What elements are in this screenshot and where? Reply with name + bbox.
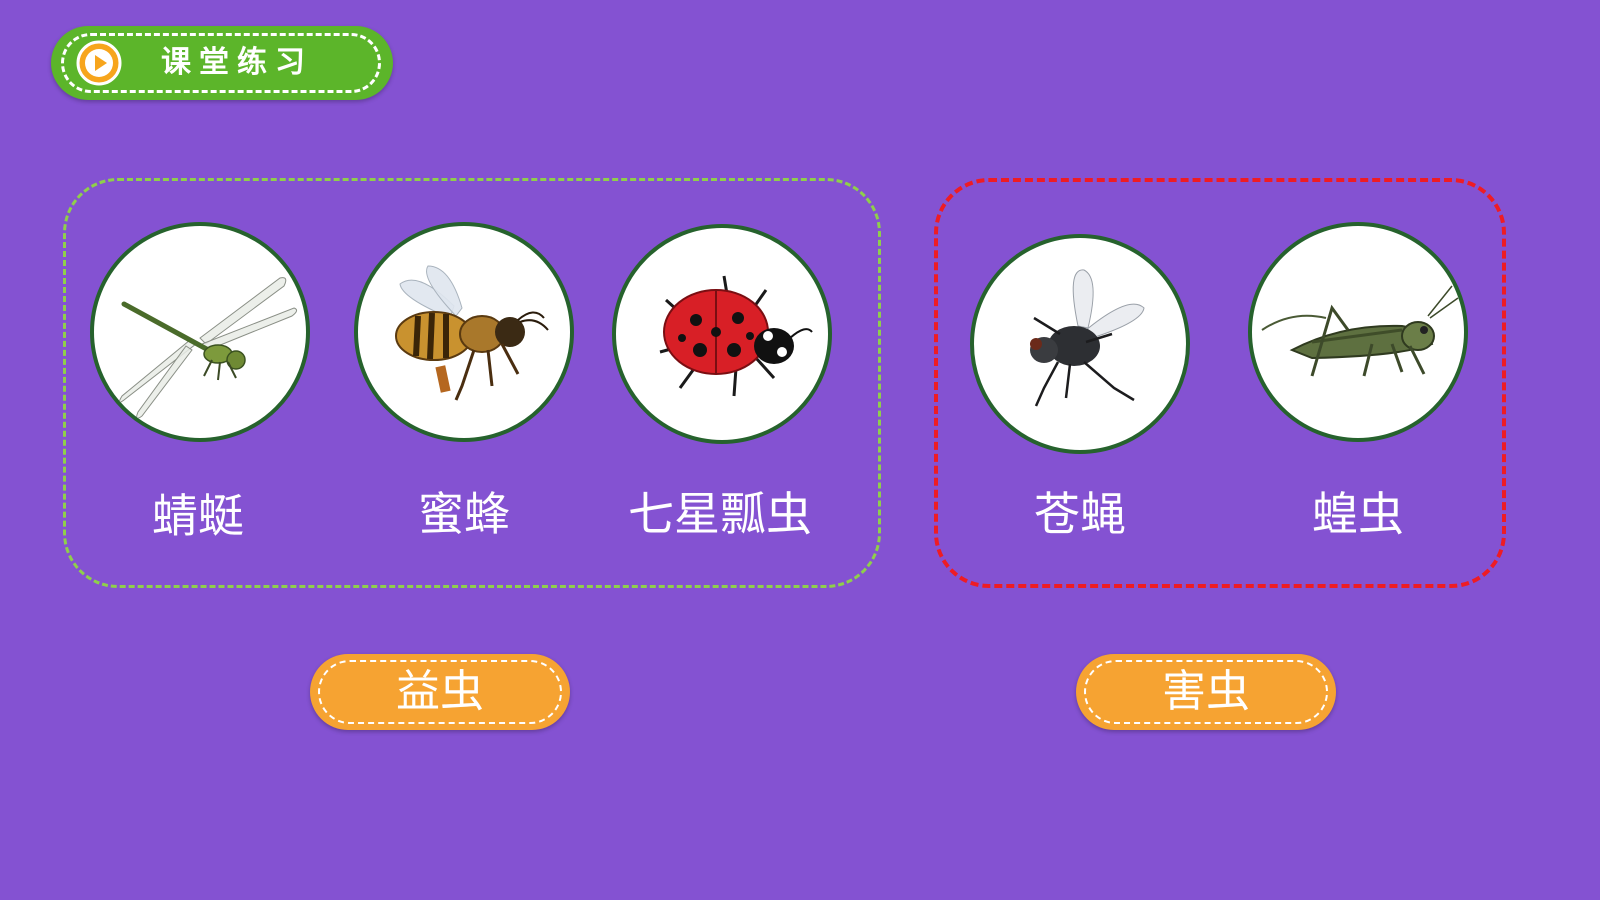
pest-category-tag[interactable]: 害虫 xyxy=(1076,654,1336,730)
insect-label-fly: 苍蝇 xyxy=(1034,487,1126,541)
beneficial-category-tag[interactable]: 益虫 xyxy=(310,654,570,730)
beneficial-tag-label: 益虫 xyxy=(396,666,484,717)
fly-image[interactable] xyxy=(970,234,1190,454)
insect-label-ladybug: 七星瓢虫 xyxy=(628,487,812,541)
insect-label-dragonfly: 蜻蜓 xyxy=(152,489,244,543)
bee-image[interactable] xyxy=(354,222,574,442)
insect-label-locust: 蝗虫 xyxy=(1312,487,1404,541)
ladybug-image[interactable] xyxy=(612,224,832,444)
pest-tag-label: 害虫 xyxy=(1162,666,1250,717)
insect-label-bee: 蜜蜂 xyxy=(418,487,510,541)
section-header-badge: 课堂练习 xyxy=(51,26,393,100)
locust-image[interactable] xyxy=(1248,222,1468,442)
page-title: 课堂练习 xyxy=(161,45,313,80)
dragonfly-image[interactable] xyxy=(90,222,310,442)
play-icon[interactable] xyxy=(76,40,122,86)
